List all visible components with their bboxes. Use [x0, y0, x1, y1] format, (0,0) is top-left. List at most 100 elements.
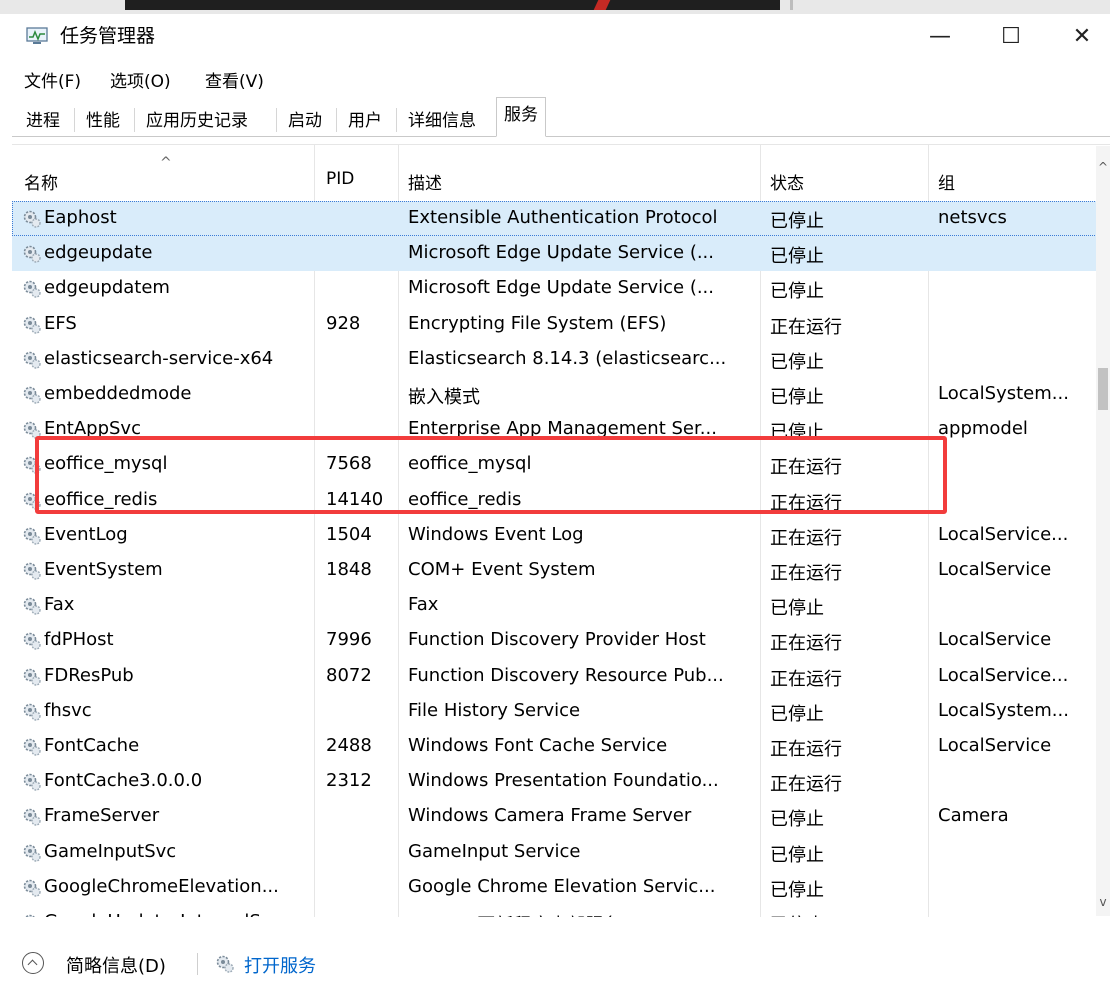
fewer-details-button[interactable]: 简略信息(D) [66, 952, 166, 978]
service-description: File History Service [408, 699, 581, 721]
service-description: Extensible Authentication Protocol [408, 207, 718, 228]
table-row[interactable]: fdPHost 7996 Function Discovery Provider H… [12, 623, 1097, 658]
close-button[interactable]: ✕ [1054, 14, 1110, 58]
service-name: elasticsearch-service-x64 [44, 347, 274, 369]
service-status: 正在运行 [770, 527, 842, 549]
service-status: 已停止 [770, 387, 824, 408]
service-status: 已停止 [770, 911, 824, 917]
scroll-up-arrow-icon[interactable]: ^ [1096, 160, 1110, 180]
service-group: LocalSystem... [938, 383, 1069, 404]
background-window-strip [0, 0, 1110, 14]
service-status: 已停止 [770, 211, 824, 232]
service-description: Fax [408, 594, 439, 616]
scroll-down-arrow-icon[interactable]: v [1096, 895, 1110, 915]
table-row[interactable]: elasticsearch-service-x64 Elasticsearch 8… [12, 342, 1097, 377]
service-status: 已停止 [770, 351, 824, 373]
table-row[interactable]: GoogleUpdaterInternalS... Google 更新程序内部服务… [12, 905, 1097, 917]
table-row[interactable]: Fax Fax 已停止 [12, 588, 1097, 623]
service-description: Encrypting File System (EFS) [408, 312, 667, 334]
sort-ascending-icon: ^ [160, 155, 172, 171]
service-name: GoogleChromeElevation... [44, 875, 279, 897]
service-name: EFS [44, 312, 77, 334]
highlight-annotation-box [35, 436, 947, 514]
service-gear-icon [22, 596, 42, 616]
minimize-button[interactable]: — [912, 14, 968, 58]
service-name: fhsvc [44, 699, 92, 721]
service-status: 正在运行 [770, 633, 842, 655]
service-description: Google 更新程序内部服务 (Googl... [408, 911, 704, 917]
open-services-link[interactable]: 打开服务 [244, 952, 316, 978]
service-group: LocalService [938, 559, 1052, 580]
tab-startup[interactable]: 启动 [280, 104, 330, 136]
service-group: LocalSystem... [938, 699, 1069, 721]
service-status: 正在运行 [770, 316, 842, 338]
service-name: FontCache [44, 735, 140, 756]
tab-app-history[interactable]: 应用历史记录 [138, 104, 256, 136]
column-header-status[interactable]: 状态 [770, 169, 804, 194]
table-row[interactable]: Eaphost Extensible Authentication Protoco… [12, 201, 1097, 236]
table-row[interactable]: edgeupdate Microsoft Edge Update Service … [12, 236, 1097, 272]
service-description: Windows Camera Frame Server [408, 805, 692, 827]
tab-details[interactable]: 详细信息 [400, 104, 484, 136]
column-header-group[interactable]: 组 [938, 169, 955, 194]
tab-processes[interactable]: 进程 [18, 104, 68, 136]
service-pid: 2312 [326, 770, 372, 792]
service-status: 已停止 [770, 809, 824, 831]
table-row[interactable]: FrameServer Windows Camera Frame Server 已停… [12, 799, 1097, 834]
menu-view[interactable]: 查看(V) [205, 67, 264, 92]
service-pid: 928 [326, 312, 361, 334]
table-header: ^ 名称 PID 描述 状态 组 [12, 155, 1097, 202]
menu-file[interactable]: 文件(F) [24, 67, 81, 92]
tab-users[interactable]: 用户 [340, 104, 390, 136]
service-gear-icon [22, 315, 42, 335]
service-gear-icon [22, 385, 42, 405]
service-gear-icon [22, 737, 42, 757]
service-name: edgeupdatem [44, 277, 170, 299]
table-row[interactable]: EFS 928 Encrypting File System (EFS) 正在运行 [12, 307, 1097, 342]
service-name: GameInputSvc [44, 840, 177, 862]
service-description: Function Discovery Provider Host [408, 629, 706, 651]
service-gear-icon [22, 913, 42, 917]
table-row[interactable]: GoogleChromeElevation... Google Chrome El… [12, 870, 1097, 905]
service-name: FDResPub [44, 664, 134, 686]
vertical-scrollbar[interactable] [1096, 146, 1110, 916]
services-gear-icon [216, 955, 234, 973]
service-group: LocalService... [938, 523, 1069, 545]
table-row[interactable]: embeddedmode 嵌入模式 已停止 LocalSystem... [12, 377, 1097, 412]
table-row[interactable]: FDResPub 8072 Function Discovery Resource … [12, 659, 1097, 694]
service-gear-icon [22, 209, 42, 229]
table-row[interactable]: FontCache3.0.0.0 2312 Windows Presentation… [12, 764, 1097, 799]
service-pid: 2488 [326, 735, 372, 756]
table-row[interactable]: fhsvc File History Service 已停止 LocalSystem.… [12, 694, 1097, 729]
service-description: 嵌入模式 [408, 387, 480, 408]
service-name: EventSystem [44, 559, 163, 580]
table-row[interactable]: GameInputSvc GameInput Service 已停止 [12, 835, 1097, 870]
column-header-pid[interactable]: PID [326, 169, 354, 189]
table-row[interactable]: FontCache 2488 Windows Font Cache Service 正… [12, 729, 1097, 764]
service-group: LocalService... [938, 664, 1069, 686]
column-header-description[interactable]: 描述 [408, 169, 442, 194]
service-status: 已停止 [770, 281, 824, 303]
table-row[interactable]: EventSystem 1848 COM+ Event System 正在运行 Loca… [12, 553, 1097, 588]
scrollbar-thumb[interactable] [1098, 368, 1108, 410]
maximize-button[interactable]: ☐ [983, 14, 1039, 58]
table-row[interactable]: edgeupdatem Microsoft Edge Update Service… [12, 271, 1097, 306]
collapse-chevron-icon[interactable] [22, 952, 44, 974]
menu-options[interactable]: 选项(O) [110, 67, 171, 92]
column-header-name[interactable]: 名称 [24, 169, 58, 194]
service-name: Eaphost [44, 207, 117, 228]
service-group: appmodel [938, 418, 1028, 440]
table-row[interactable]: EventLog 1504 Windows Event Log 正在运行 LocalSe… [12, 518, 1097, 553]
service-pid: 1504 [326, 523, 372, 545]
service-gear-icon [22, 807, 42, 827]
service-status: 已停止 [770, 879, 824, 901]
service-gear-icon [22, 350, 42, 370]
service-pid: 1848 [326, 559, 372, 580]
tab-services[interactable]: 服务 [496, 97, 546, 137]
tab-performance[interactable]: 性能 [78, 104, 128, 136]
service-gear-icon [22, 279, 42, 299]
service-description: Windows Presentation Foundatio... [408, 770, 719, 792]
service-name: Fax [44, 594, 75, 616]
service-pid: 8072 [326, 664, 372, 686]
window-title: 任务管理器 [60, 25, 156, 47]
